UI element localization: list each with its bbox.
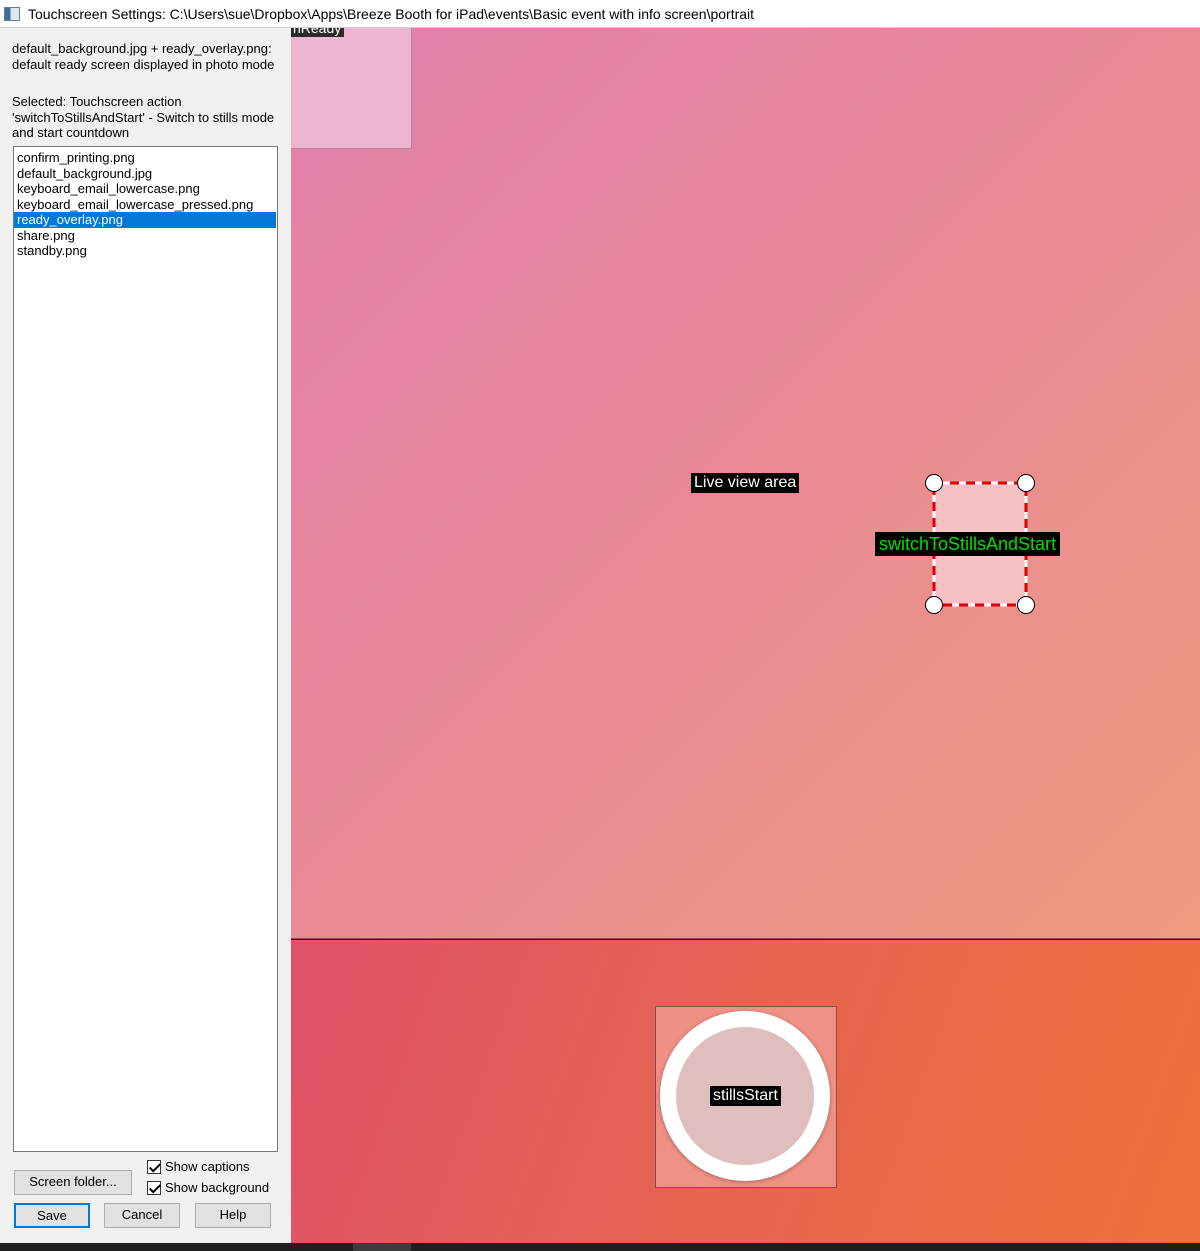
screen-description: default_background.jpg + ready_overlay.p…	[12, 41, 275, 72]
show-captions-row[interactable]: Show captions	[147, 1159, 250, 1174]
screen-folder-button[interactable]: Screen folder...	[14, 1170, 132, 1195]
file-list-item[interactable]: keyboard_email_lowercase_pressed.png	[14, 197, 277, 213]
stills-start-button-area[interactable]: stillsStart	[655, 1006, 837, 1188]
show-background-row[interactable]: Show background	[147, 1180, 269, 1195]
file-list-item[interactable]: standby.png	[14, 243, 277, 259]
file-list-item-selected[interactable]: ready_overlay.png	[14, 212, 276, 228]
taskbar	[0, 1243, 1200, 1251]
resize-handle-top-right[interactable]	[1017, 474, 1035, 492]
show-captions-checkbox[interactable]	[147, 1159, 161, 1174]
stills-start-caption: stillsStart	[710, 1086, 781, 1106]
ready-caption: nReady	[291, 28, 345, 37]
resize-handle-bottom-right[interactable]	[1017, 596, 1035, 614]
file-list-item[interactable]: keyboard_email_lowercase.png	[14, 181, 277, 197]
save-button[interactable]: Save	[14, 1203, 90, 1228]
screen-file-list[interactable]: confirm_printing.png default_background.…	[13, 146, 278, 1152]
file-list-item[interactable]: confirm_printing.png	[14, 150, 277, 166]
ready-overlay-element[interactable]: nReady	[291, 28, 412, 149]
app-window-icon	[4, 6, 20, 21]
screen-preview-canvas[interactable]: nReady Live view area switchToStillsAndS…	[291, 28, 1200, 1243]
touch-action-caption: switchToStillsAndStart	[875, 532, 1061, 556]
selection-description: Selected: Touchscreen action 'switchToSt…	[12, 94, 275, 140]
file-list-item[interactable]: share.png	[14, 228, 277, 244]
show-background-checkbox[interactable]	[147, 1180, 161, 1195]
resize-handle-bottom-left[interactable]	[925, 596, 943, 614]
taskbar-item[interactable]	[353, 1243, 411, 1251]
help-button[interactable]: Help	[195, 1203, 271, 1228]
file-list-item[interactable]: default_background.jpg	[14, 166, 277, 182]
window-titlebar: Touchscreen Settings: C:\Users\sue\Dropb…	[0, 0, 1200, 28]
show-captions-label: Show captions	[165, 1159, 250, 1174]
show-background-label: Show background	[165, 1180, 270, 1195]
cancel-button[interactable]: Cancel	[104, 1203, 180, 1228]
live-view-caption: Live view area	[691, 473, 800, 493]
resize-handle-top-left[interactable]	[925, 474, 943, 492]
left-panel: default_background.jpg + ready_overlay.p…	[0, 28, 291, 1243]
window-title: Touchscreen Settings: C:\Users\sue\Dropb…	[28, 5, 755, 22]
